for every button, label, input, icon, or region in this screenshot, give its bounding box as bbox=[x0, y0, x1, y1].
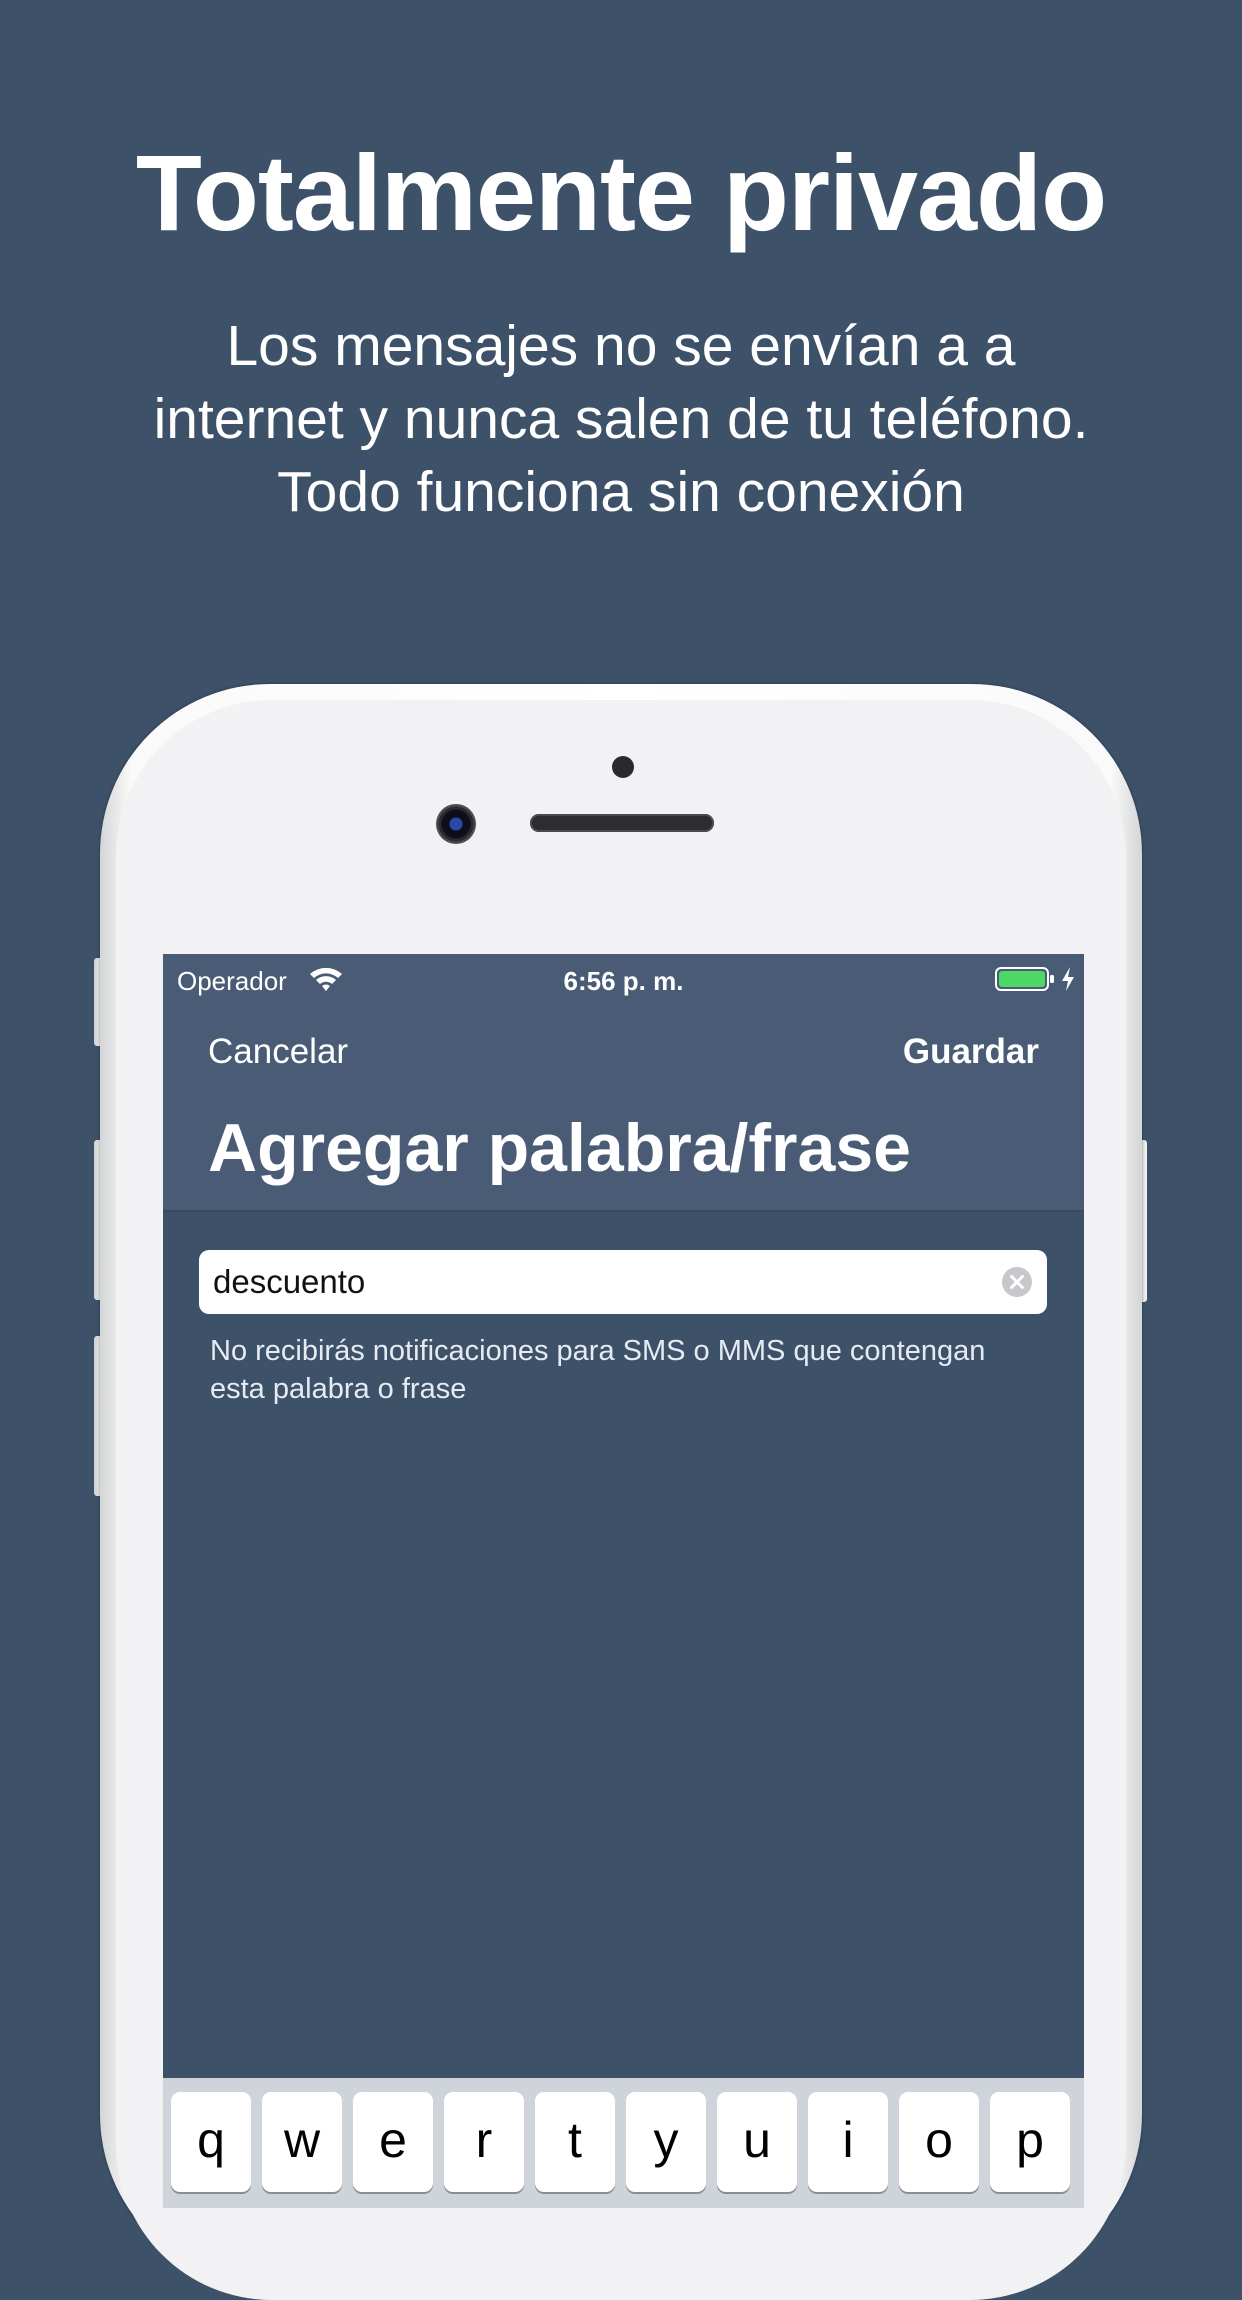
status-time: 6:56 p. m. bbox=[563, 966, 684, 996]
clear-icon[interactable] bbox=[1001, 1266, 1033, 1298]
key-t[interactable]: t bbox=[535, 2092, 615, 2192]
key-r[interactable]: r bbox=[444, 2092, 524, 2192]
keyboard: q w e r t y u i o p bbox=[163, 2078, 1084, 2208]
key-i[interactable]: i bbox=[808, 2092, 888, 2192]
word-phrase-input-value: descuento bbox=[213, 1263, 366, 1300]
promo-title: Totalmente privado bbox=[135, 132, 1107, 253]
key-u[interactable]: u bbox=[717, 2092, 797, 2192]
word-phrase-input[interactable]: descuento bbox=[199, 1250, 1047, 1314]
battery-icon bbox=[995, 967, 1054, 991]
cancel-button[interactable]: Cancelar bbox=[208, 1030, 348, 1074]
key-p[interactable]: p bbox=[990, 2092, 1070, 2192]
front-camera bbox=[438, 806, 474, 842]
key-e[interactable]: e bbox=[353, 2092, 433, 2192]
status-carrier: Operador bbox=[177, 966, 287, 996]
navigation-bar: Operador 6:56 p. m. Cancelar Guardar Agr… bbox=[163, 954, 1084, 1212]
helper-text: No recibirás notificaciones para SMS o M… bbox=[210, 1335, 986, 1405]
promo-subtitle: Los mensajes no se envían a a internet y… bbox=[153, 314, 1089, 524]
key-w[interactable]: w bbox=[262, 2092, 342, 2192]
key-y[interactable]: y bbox=[626, 2092, 706, 2192]
charging-icon bbox=[1062, 967, 1074, 991]
save-button[interactable]: Guardar bbox=[903, 1030, 1039, 1074]
key-o[interactable]: o bbox=[899, 2092, 979, 2192]
key-q[interactable]: q bbox=[171, 2092, 251, 2192]
front-sensor bbox=[612, 756, 634, 778]
phone-screen: Operador 6:56 p. m. Cancelar Guardar Agr… bbox=[163, 954, 1084, 2208]
wifi-icon bbox=[310, 967, 342, 991]
page-title: Agregar palabra/frase bbox=[208, 1110, 911, 1186]
earpiece-speaker bbox=[530, 814, 714, 832]
